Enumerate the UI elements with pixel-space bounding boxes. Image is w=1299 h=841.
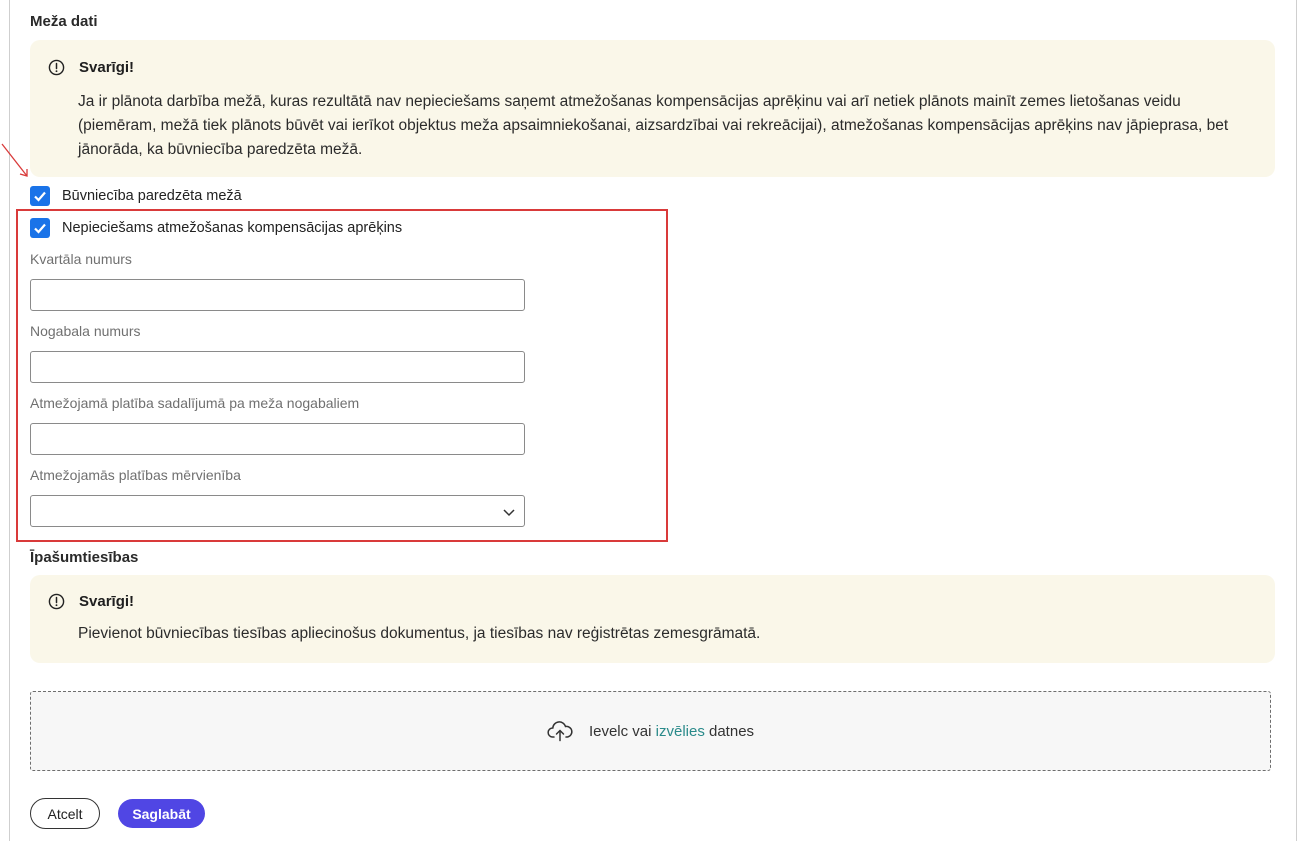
checkmark-icon (34, 223, 46, 234)
left-border (9, 0, 10, 841)
quarter-number-label: Kvartāla numurs (30, 251, 132, 267)
forest-notice-header: Svarīgi! (48, 59, 134, 76)
plot-number-input[interactable] (30, 351, 525, 383)
deforested-area-input[interactable] (30, 423, 525, 455)
forest-notice-text: Ja ir plānota darbība mežā, kuras rezult… (78, 93, 1229, 158)
forest-notice: Svarīgi! Ja ir plānota darbība mežā, kur… (30, 40, 1275, 177)
area-unit-select[interactable] (30, 495, 525, 527)
construction-in-forest-checkbox-row[interactable]: Būvniecība paredzēta mežā (30, 186, 242, 206)
forest-section-title: Meža dati (30, 13, 98, 30)
file-drop-zone[interactable]: Ievelc vai izvēlies datnes (30, 691, 1271, 771)
ownership-notice: Svarīgi! Pievienot būvniecības tiesības … (30, 575, 1275, 663)
compensation-calc-checkbox[interactable] (30, 218, 50, 238)
ownership-section-title: Īpašumtiesības (30, 549, 139, 566)
choose-files-link[interactable]: izvēlies (656, 723, 705, 740)
cloud-upload-icon (547, 721, 573, 742)
chevron-down-icon (503, 509, 515, 517)
save-button[interactable]: Saglabāt (118, 799, 205, 828)
ownership-notice-header: Svarīgi! (48, 593, 134, 610)
construction-in-forest-checkbox[interactable] (30, 186, 50, 206)
upload-text-after: datnes (704, 722, 755, 740)
compensation-calc-label: Nepieciešams atmežošanas kompensācijas a… (62, 220, 403, 236)
compensation-calc-checkbox-row[interactable]: Nepieciešams atmežošanas kompensācijas a… (30, 218, 402, 238)
construction-in-forest-label: Būvniecība paredzēta mežā (62, 188, 242, 204)
checkmark-icon (34, 191, 46, 202)
plot-number-label: Nogabala numurs (30, 323, 141, 339)
quarter-number-input[interactable] (30, 279, 525, 311)
exclamation-circle-icon (48, 593, 65, 610)
forest-notice-title: Svarīgi! (79, 59, 135, 76)
cancel-button[interactable]: Atcelt (30, 798, 100, 829)
ownership-notice-title: Svarīgi! (79, 593, 135, 610)
upload-text-before: Ievelc vai (588, 722, 656, 740)
exclamation-circle-icon (48, 59, 65, 76)
right-border (1296, 0, 1297, 841)
area-unit-label: Atmežojamās platības mērvienība (30, 467, 241, 483)
upload-instructions: Ievelc vai izvēlies datnes (589, 723, 754, 740)
deforested-area-label: Atmežojamā platība sadalījumā pa meža no… (30, 395, 360, 411)
annotation-arrow-icon (1, 143, 28, 177)
ownership-notice-text: Pievienot būvniecības tiesības apliecino… (78, 625, 761, 642)
